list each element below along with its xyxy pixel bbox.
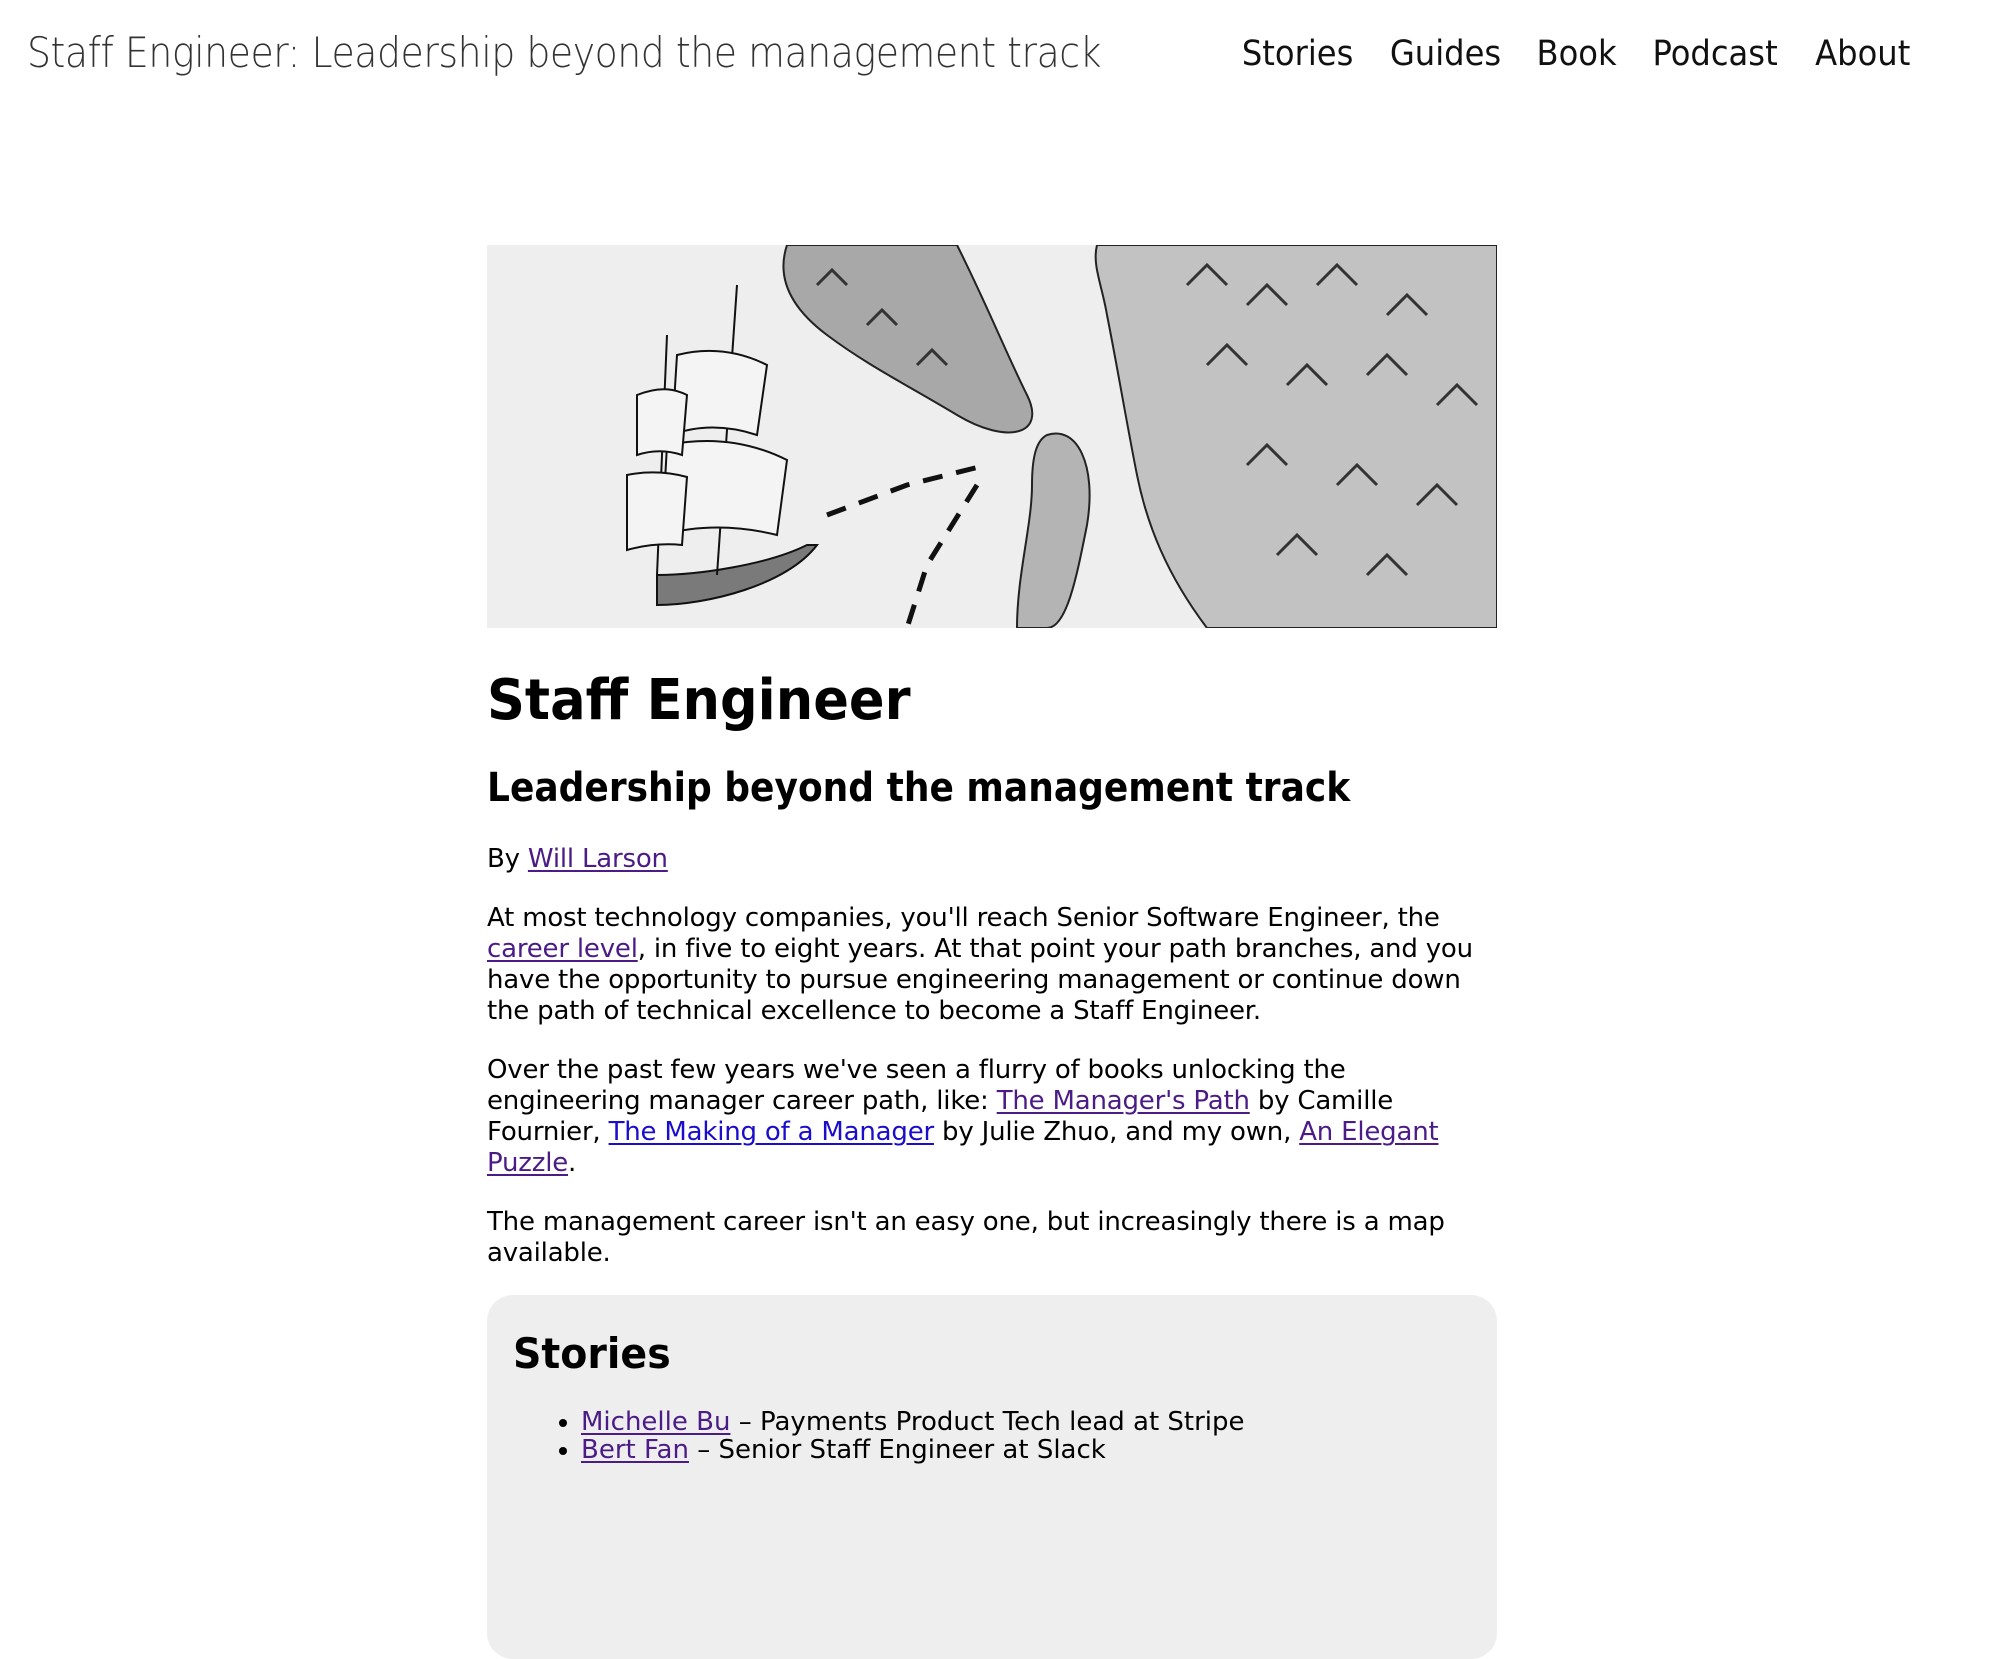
managers-path-link[interactable]: The Manager's Path xyxy=(997,1086,1250,1116)
p1-text-a: At most technology companies, you'll rea… xyxy=(487,902,1440,933)
making-of-a-manager-link[interactable]: The Making of a Manager xyxy=(609,1117,935,1147)
nav-book[interactable]: Book xyxy=(1537,34,1617,74)
story-desc: – Payments Product Tech lead at Stripe xyxy=(730,1406,1245,1437)
nav-guides[interactable]: Guides xyxy=(1390,34,1501,74)
site-title[interactable]: Staff Engineer: Leadership beyond the ma… xyxy=(27,28,1102,77)
hero-illustration xyxy=(487,245,1497,628)
list-item: Bert Fan – Senior Staff Engineer at Slac… xyxy=(581,1436,1471,1464)
map-paragraph: The management career isn't an easy one,… xyxy=(487,1206,1445,1268)
career-level-link[interactable]: career level xyxy=(487,934,638,964)
list-item: Michelle Bu – Payments Product Tech lead… xyxy=(581,1408,1471,1436)
byline: By Will Larson xyxy=(487,844,1497,875)
stories-card: Stories Michelle Bu – Payments Product T… xyxy=(487,1294,1497,1659)
page-title: Staff Engineer xyxy=(487,668,911,733)
stories-list: Michelle Bu – Payments Product Tech lead… xyxy=(513,1408,1471,1464)
intro-paragraph: At most technology companies, you'll rea… xyxy=(487,903,1497,1027)
books-paragraph: Over the past few years we've seen a flu… xyxy=(487,1055,1497,1179)
stories-heading: Stories xyxy=(513,1328,671,1378)
site-header: Staff Engineer: Leadership beyond the ma… xyxy=(0,0,2000,120)
nav-about[interactable]: About xyxy=(1815,34,1910,74)
story-link-michelle-bu[interactable]: Michelle Bu xyxy=(581,1407,730,1437)
main-content: Staff Engineer Leadership beyond the man… xyxy=(487,245,1497,1659)
page-subtitle: Leadership beyond the management track xyxy=(487,764,1351,811)
nav-podcast[interactable]: Podcast xyxy=(1653,34,1778,74)
story-desc: – Senior Staff Engineer at Slack xyxy=(688,1434,1106,1465)
author-link[interactable]: Will Larson xyxy=(528,844,668,874)
p2-text-d: . xyxy=(568,1147,577,1178)
story-link-bert-fan[interactable]: Bert Fan xyxy=(581,1435,689,1465)
nav-stories[interactable]: Stories xyxy=(1242,34,1354,74)
p2-text-c: by Julie Zhuo, and my own, xyxy=(933,1116,1300,1147)
map-ship-illustration xyxy=(487,245,1497,628)
main-nav: Stories Guides Book Podcast About xyxy=(1210,34,1914,74)
byline-prefix: By xyxy=(487,843,528,874)
